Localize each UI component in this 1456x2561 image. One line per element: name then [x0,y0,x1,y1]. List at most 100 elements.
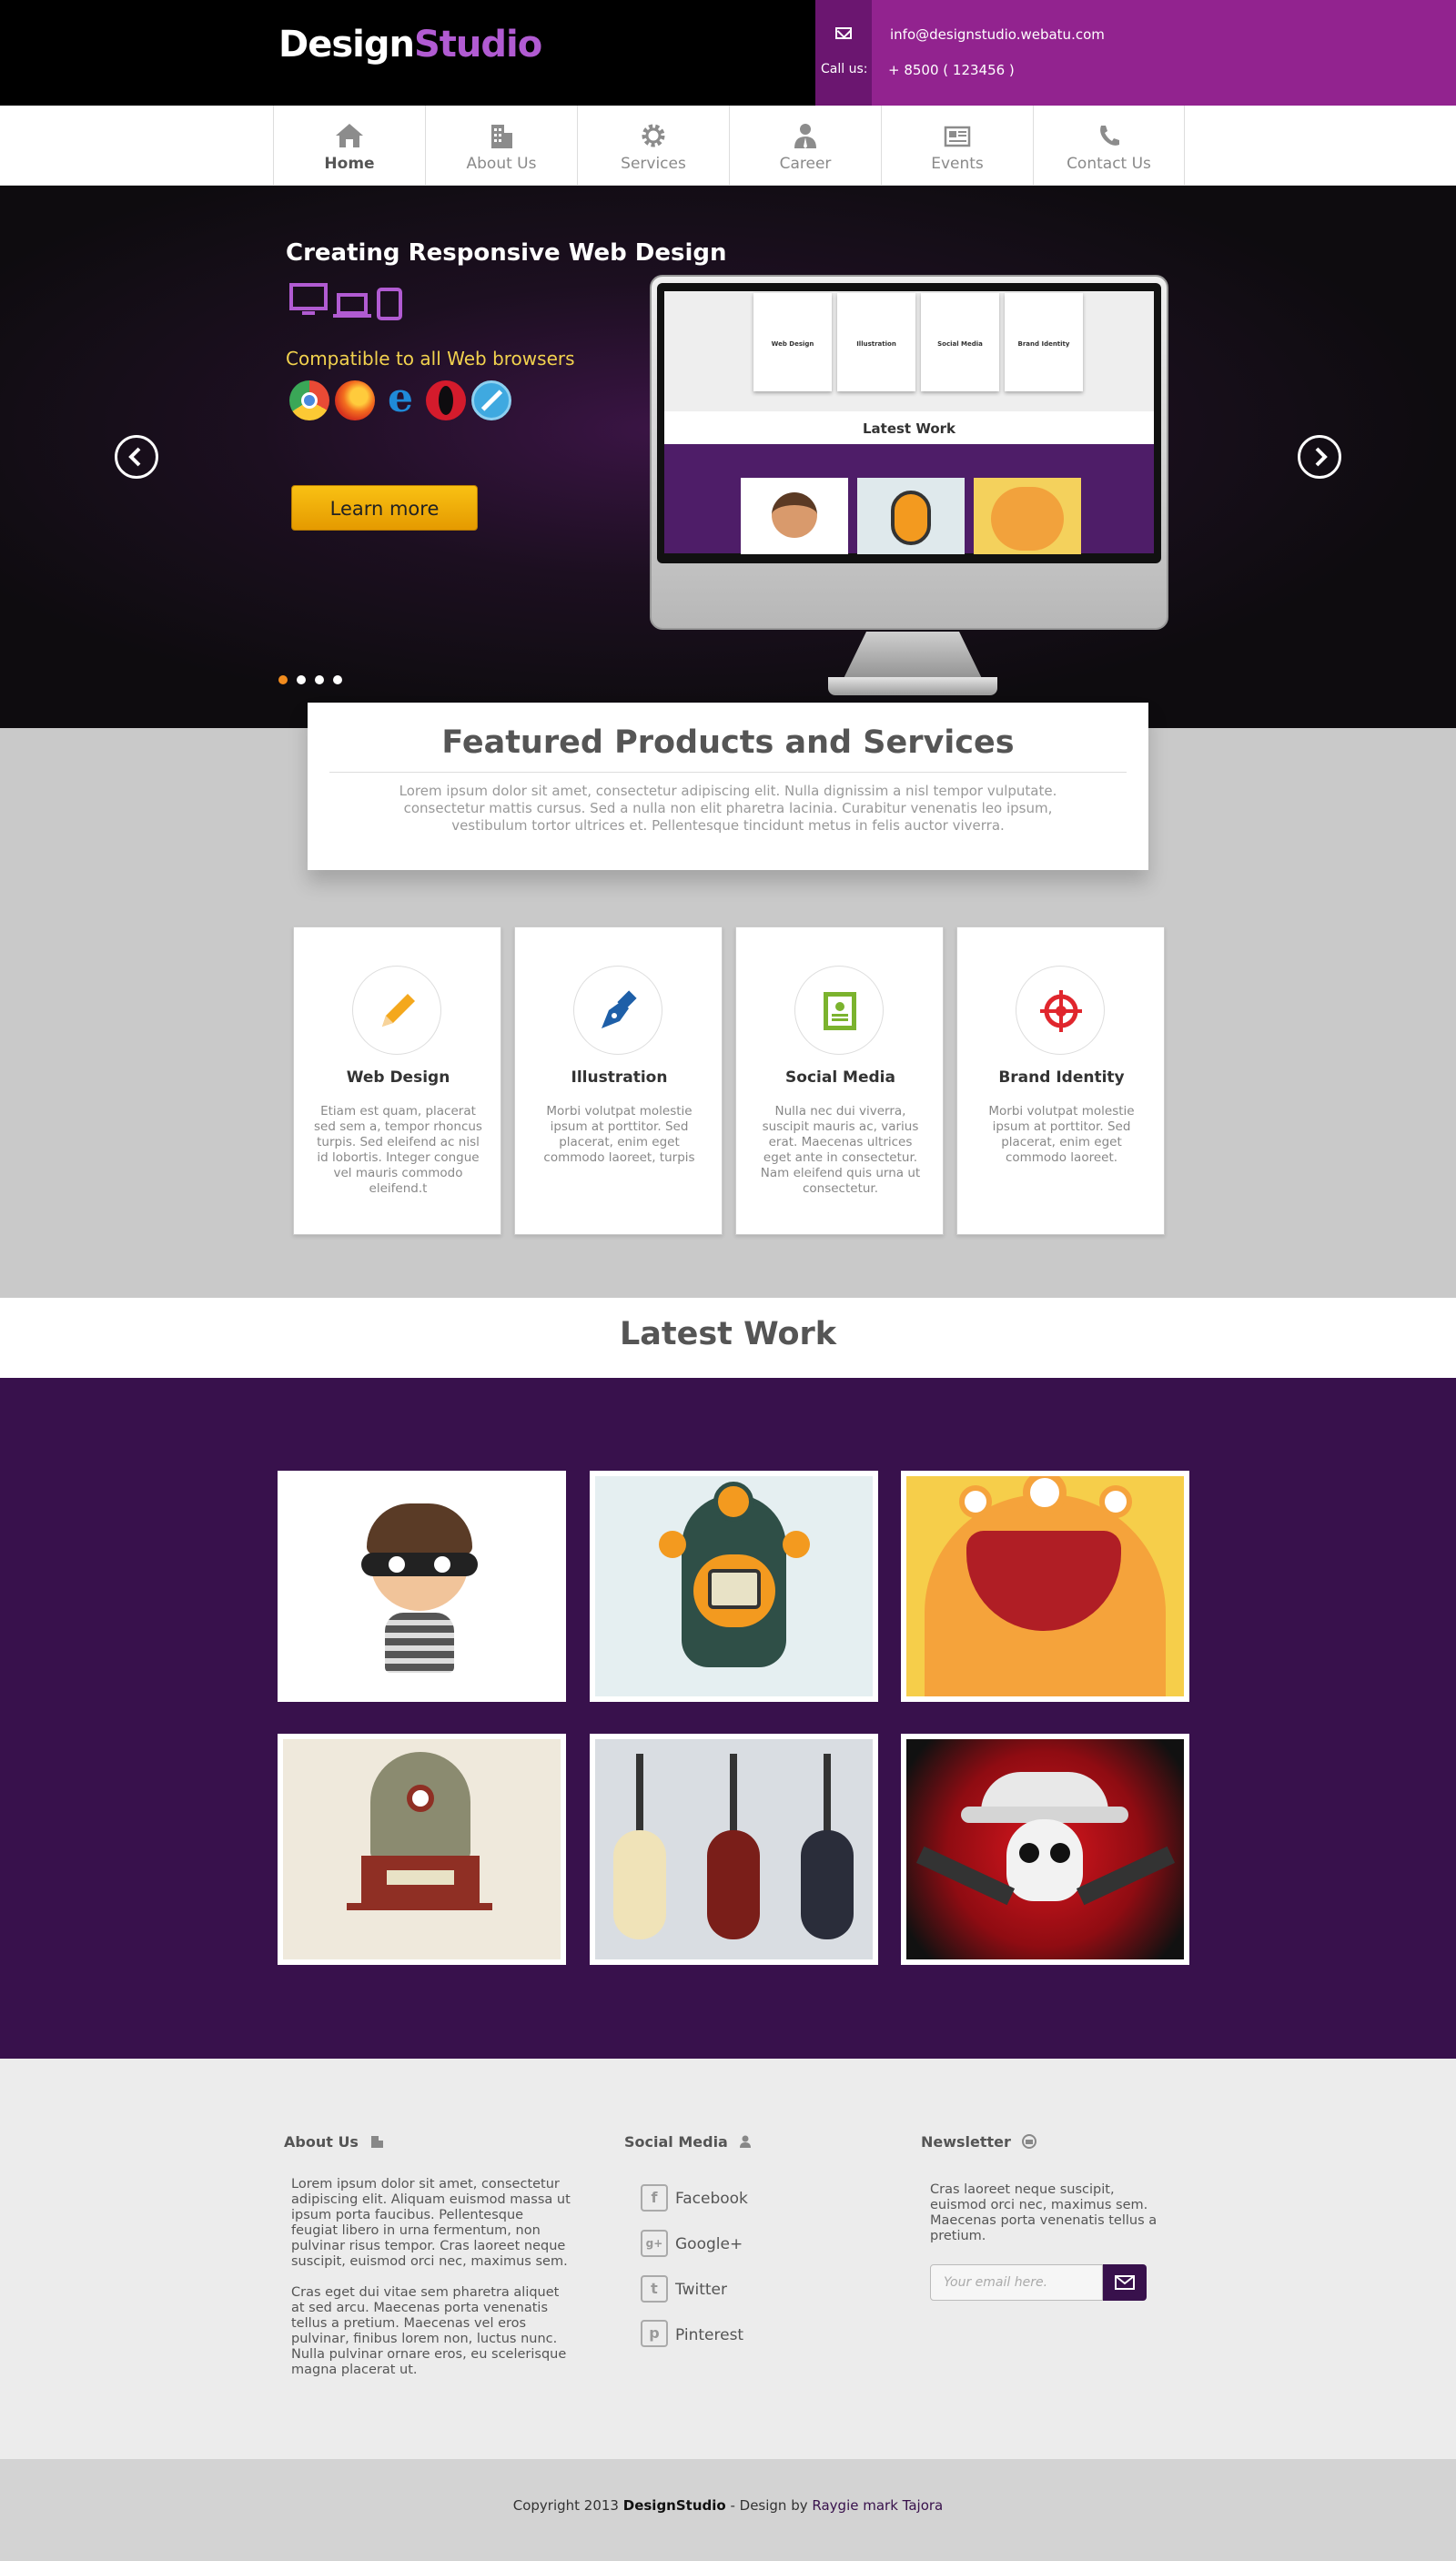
nav-item-contact-us[interactable]: Contact Us [1033,106,1185,186]
service-icon-ring [1016,966,1105,1055]
site-logo[interactable]: DesignStudio [278,24,542,66]
safari-icon [471,380,511,420]
twitter-link[interactable]: Twitter [675,2281,727,2299]
learn-more-button[interactable]: Learn more [291,485,478,531]
slider-next-button[interactable] [1298,435,1341,479]
featured-text: Lorem ipsum dolor sit amet, consectetur … [399,783,1057,834]
nav-label: About Us [466,155,537,173]
call-us-label: Call us: [821,62,868,76]
users-icon [740,2135,752,2148]
slider-dot-2[interactable] [297,675,306,684]
google-plus-icon[interactable]: g+ [641,2230,668,2257]
facebook-icon[interactable]: f [641,2184,668,2212]
service-text: Nulla nec dui viverra, suscipit mauris a… [760,1104,921,1196]
slider-prev-button[interactable] [115,435,158,479]
nav-label: Services [621,155,686,173]
pinterest-link[interactable]: Pinterest [675,2326,743,2344]
pen-nib-icon [602,990,637,1028]
nav-label: Career [779,155,832,173]
service-text: Etiam est quam, placerat sed sem a, temp… [314,1104,482,1196]
footer-about-text-2: Cras eget dui vitae sem pharetra aliquet… [291,2285,567,2377]
contact-bar [815,0,1456,106]
mini-thumb [974,478,1081,554]
featured-divider [329,772,1127,773]
service-card-illustration[interactable]: Illustration Morbi volutpat molestie ips… [514,926,723,1235]
service-icon-ring [573,966,662,1055]
newsletter-email-input[interactable]: Your email here. [930,2264,1103,2301]
orange-monster-illustration [906,1476,1184,1696]
slider-dot-1[interactable] [278,675,288,684]
mini-thumb [741,478,848,554]
firefox-icon [335,380,375,420]
retro-robot-illustration [283,1739,561,1959]
service-title: Brand Identity [998,1068,1125,1087]
work-thumb-three-guitars[interactable] [590,1734,878,1965]
opera-icon [426,380,466,420]
mail-icon [1115,2275,1135,2290]
mini-card: Brand Identity [1005,293,1083,391]
nav-item-home[interactable]: Home [273,106,425,186]
home-icon [336,124,363,147]
mini-latest-title: Latest Work [862,420,956,437]
mini-card: Web Design [753,293,832,391]
footer-about-title: About Us [284,2133,384,2151]
twitter-icon[interactable]: t [641,2275,668,2303]
slider-dot-4[interactable] [333,675,342,684]
target-icon [1040,990,1082,1032]
pinterest-icon[interactable]: p [641,2320,668,2347]
featured-title: Featured Products and Services [441,724,1015,761]
service-text: Morbi volutpat molestie ipsum at porttit… [543,1104,695,1165]
logo-text-design: Design [278,24,415,66]
chevron-right-icon [1315,447,1328,467]
newspaper-icon [944,126,971,147]
header-email-link[interactable]: info@designstudio.webatu.com [890,26,1105,43]
mini-thumb [857,478,965,554]
latest-work-title: Latest Work [619,1316,837,1352]
service-icon-ring [352,966,441,1055]
hero-subtitle: Compatible to all Web browsers [286,348,575,369]
service-card-social-media[interactable]: Social Media Nulla nec dui viverra, susc… [735,926,944,1235]
slider-dot-3[interactable] [315,675,324,684]
skull-cowboy-illustration [906,1739,1184,1959]
footer [0,2059,1456,2459]
work-thumb-skull-cowboy[interactable] [901,1734,1189,1965]
nav-item-events[interactable]: Events [881,106,1033,186]
profile-card-icon [824,992,856,1030]
nav-item-services[interactable]: Services [577,106,729,186]
service-card-web-design[interactable]: Web Design Etiam est quam, placerat sed … [293,926,501,1235]
envelope-circle-icon [1021,2134,1036,2149]
work-thumb-cyclops-robot[interactable] [590,1471,878,1702]
nav-label: Events [931,155,984,173]
service-title: Social Media [785,1068,895,1087]
three-guitars-illustration [595,1739,873,1959]
work-thumb-retro-robot[interactable] [278,1734,566,1965]
pencil-icon [382,994,415,1027]
header-phone: + 8500 ( 123456 ) [888,62,1015,78]
work-thumb-thief-boy[interactable] [278,1471,566,1702]
ie-icon: e [388,375,413,421]
service-card-brand-identity[interactable]: Brand Identity Morbi volutpat molestie i… [956,926,1165,1235]
contact-icon-strip [815,0,872,106]
gear-icon [642,124,665,147]
copyright-brand: DesignStudio [622,2497,726,2514]
footer-newsletter-title: Newsletter [921,2133,1036,2151]
monitor-stand-base [828,677,997,695]
work-thumb-orange-monster[interactable] [901,1471,1189,1702]
newsletter-text: Cras laoreet neque suscipit, euismod orc… [930,2182,1158,2243]
nav-item-career[interactable]: Career [729,106,881,186]
building-icon [491,125,512,148]
newsletter-submit-button[interactable] [1103,2264,1147,2301]
chrome-icon [289,380,329,420]
device-icons [289,283,402,320]
facebook-link[interactable]: Facebook [675,2190,748,2208]
nav-label: Home [324,155,375,173]
service-icon-ring [794,966,884,1055]
nav-label: Contact Us [1067,155,1151,173]
nav-item-about-us[interactable]: About Us [425,106,577,186]
mini-card: Illustration [837,293,915,391]
footer-social-title: Social Media [624,2133,753,2151]
service-title: Illustration [571,1068,668,1087]
building-icon [370,2136,383,2148]
google-plus-link[interactable]: Google+ [675,2235,743,2253]
author-link[interactable]: Raygie mark Tajora [812,2497,943,2514]
